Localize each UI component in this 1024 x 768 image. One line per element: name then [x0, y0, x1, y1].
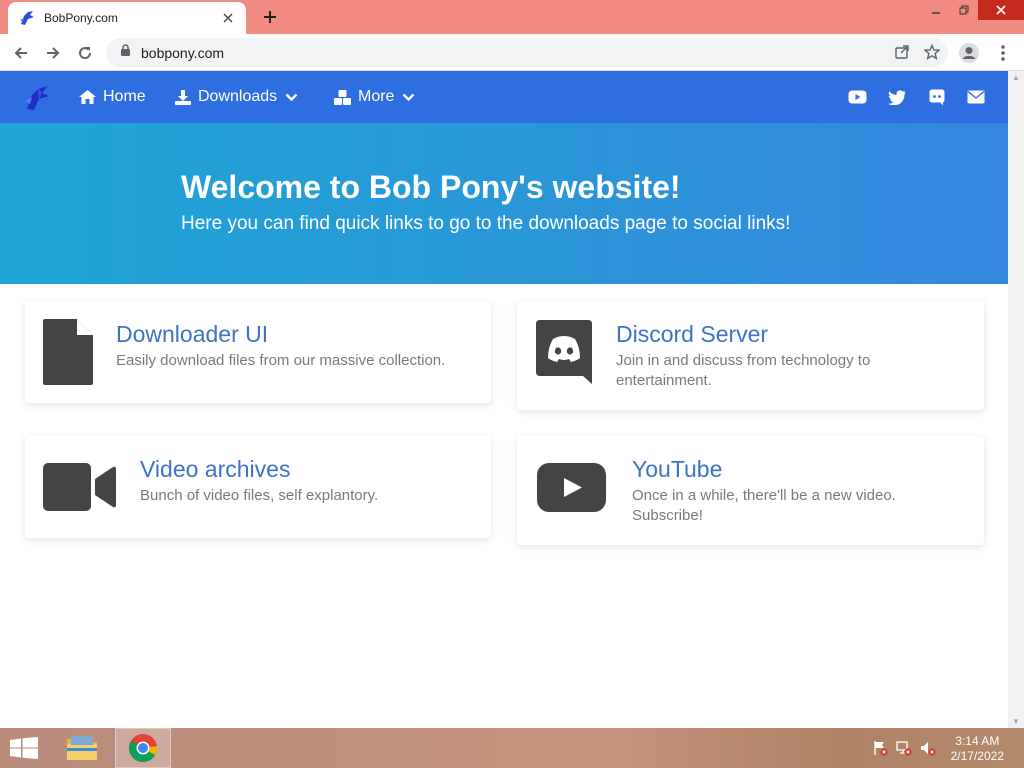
site-logo-icon[interactable]	[22, 83, 52, 113]
scroll-up-arrow-icon[interactable]: ▲	[1012, 73, 1020, 82]
cubes-icon	[334, 89, 351, 105]
card-title[interactable]: YouTube	[632, 456, 722, 483]
card-title[interactable]: Video archives	[140, 456, 290, 483]
card-description: Bunch of video files, self explantory.	[140, 487, 379, 504]
nav-downloads-label: Downloads	[198, 88, 278, 105]
page-viewport: Home Downloads More Welcome to Bob Pony'…	[0, 71, 1008, 728]
site-favicon-icon	[18, 9, 36, 27]
card-title[interactable]: Downloader UI	[116, 321, 268, 348]
hero-title: Welcome to Bob Pony's website!	[181, 169, 681, 205]
chrome-icon[interactable]	[115, 728, 171, 768]
window-controls	[922, 0, 1024, 22]
tab-title: BobPony.com	[44, 11, 118, 25]
system-tray	[872, 740, 936, 761]
reload-button[interactable]	[72, 40, 98, 66]
back-button[interactable]	[8, 40, 34, 66]
card-youtube[interactable]: YouTube Once in a while, there'll be a n…	[517, 436, 984, 545]
page-scrollbar[interactable]: ▲ ▼	[1008, 71, 1024, 728]
url-text: bobpony.com	[141, 44, 225, 61]
chevron-down-icon	[285, 93, 298, 101]
card-title[interactable]: Discord Server	[616, 321, 768, 348]
download-icon	[175, 89, 191, 105]
card-video-archives[interactable]: Video archives Bunch of video files, sel…	[25, 436, 491, 538]
hero-banner: Welcome to Bob Pony's website! Here you …	[0, 123, 1008, 284]
card-description: Once in a while, there'll be a new video…	[632, 487, 896, 524]
nav-home-label: Home	[103, 88, 146, 105]
lock-icon[interactable]	[120, 43, 131, 62]
tab-close-icon[interactable]	[220, 10, 236, 26]
nav-more-label: More	[358, 88, 395, 105]
discord-icon[interactable]	[926, 87, 948, 107]
browser-menu-icon[interactable]	[990, 40, 1016, 66]
nav-downloads[interactable]: Downloads	[174, 71, 298, 123]
browser-titlebar: BobPony.com	[0, 0, 1024, 34]
card-description: Join in and discuss from technology to e…	[616, 352, 871, 389]
action-center-flag-icon[interactable]	[872, 740, 888, 761]
share-icon[interactable]	[894, 44, 910, 65]
clock-date: 2/17/2022	[950, 749, 1004, 763]
restore-button[interactable]	[950, 0, 978, 20]
new-tab-button[interactable]	[258, 5, 282, 29]
address-bar[interactable]: bobpony.com	[106, 38, 948, 67]
youtube-icon[interactable]	[846, 87, 868, 107]
file-explorer-icon[interactable]	[54, 728, 110, 768]
card-description: Easily download files from our massive c…	[116, 352, 446, 369]
browser-toolbar: bobpony.com	[0, 34, 1024, 71]
home-icon	[79, 90, 96, 104]
clock-time: 3:14 AM	[955, 734, 1000, 748]
card-downloader-ui[interactable]: Downloader UI Easily download files from…	[25, 301, 491, 403]
discord-icon	[536, 320, 592, 384]
youtube-icon	[537, 463, 606, 512]
forward-button[interactable]	[40, 40, 66, 66]
minimize-button[interactable]	[922, 0, 950, 20]
video-camera-icon	[43, 463, 116, 511]
network-icon[interactable]	[896, 740, 912, 761]
nav-home[interactable]: Home	[78, 71, 146, 123]
windows-taskbar: 3:14 AM 2/17/2022	[0, 728, 1024, 768]
nav-more[interactable]: More	[333, 71, 415, 123]
site-navbar: Home Downloads More	[0, 71, 1008, 123]
bookmark-star-icon[interactable]	[923, 43, 941, 65]
taskbar-clock[interactable]: 3:14 AM 2/17/2022	[951, 734, 1004, 764]
profile-avatar-icon[interactable]	[956, 40, 982, 66]
hero-subtitle: Here you can find quick links to go to t…	[181, 213, 791, 234]
close-window-button[interactable]	[978, 0, 1024, 20]
mail-icon[interactable]	[965, 87, 987, 107]
chevron-down-icon	[403, 93, 415, 101]
windows-start-icon[interactable]	[10, 737, 38, 759]
browser-tab[interactable]: BobPony.com	[8, 2, 246, 34]
scroll-down-arrow-icon[interactable]: ▼	[1012, 717, 1020, 726]
volume-muted-icon[interactable]	[920, 740, 936, 761]
card-discord-server[interactable]: Discord Server Join in and discuss from …	[517, 301, 984, 410]
twitter-icon[interactable]	[886, 87, 908, 107]
file-icon	[43, 319, 93, 385]
